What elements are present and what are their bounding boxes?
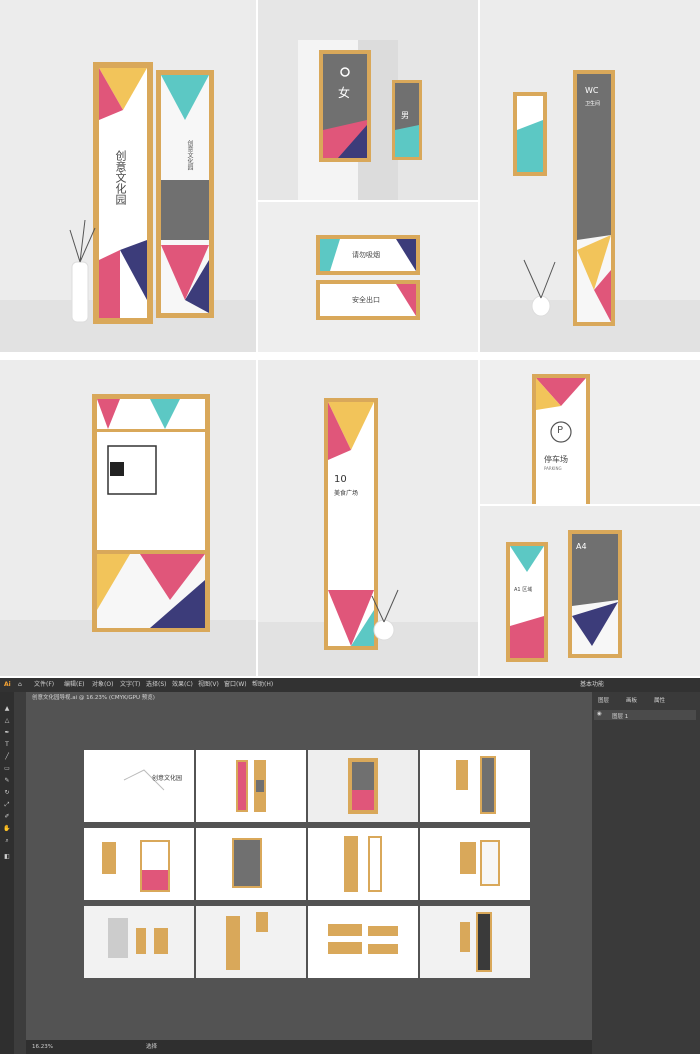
document-tab[interactable]: 创意文化园导视.ai @ 16.23% (CMYK/GPU 预览) [26, 692, 592, 704]
eye-icon[interactable]: ◉ [597, 711, 602, 717]
wc-scene [480, 70, 700, 352]
layer-name: 图层 1 [612, 714, 629, 720]
artboard-thumb[interactable] [196, 906, 306, 978]
floor-number: 10 [334, 474, 347, 485]
parking-sub: PARKING [544, 466, 562, 471]
pen-tool-icon[interactable]: ✒ [3, 730, 11, 736]
cultural-park-sub: 创意文化园 [186, 140, 193, 170]
parking-label: 停车场 [544, 455, 568, 464]
tab-layers[interactable]: 图层 [598, 696, 609, 704]
zoom-tool-icon[interactable]: ⌕ [3, 838, 11, 844]
type-tool-icon[interactable]: T [3, 742, 11, 748]
menu-view[interactable]: 视图(V) [198, 678, 219, 692]
mockup-wc-directory: WC 卫生间 [480, 0, 700, 352]
floor-label: 美食广场 [334, 490, 359, 497]
rectangle-tool-icon[interactable]: ▭ [3, 766, 11, 772]
menu-type[interactable]: 文字(T) [120, 678, 140, 692]
mockup-floor-totem: 10 美食广场 [258, 360, 478, 676]
no-smoking-text: 请勿吸烟 [352, 251, 380, 259]
artboard-thumb[interactable] [196, 750, 306, 822]
layers-panel: 图层 画板 属性 ◉ 图层 1 [592, 692, 700, 1054]
status-tool: 选择 [146, 1044, 158, 1050]
parking-p-icon: P [557, 425, 564, 436]
small-signs-scene [506, 530, 622, 662]
menu-select[interactable]: 选择(S) [146, 678, 167, 692]
tab-properties[interactable]: 属性 [654, 696, 665, 704]
selection-tool-icon[interactable]: ▲ [3, 706, 11, 712]
mockup-small-signs: A1 区域 A4 [480, 506, 700, 676]
menu-window[interactable]: 窗口(W) [224, 678, 247, 692]
menu-effect[interactable]: 效果(C) [172, 678, 193, 692]
menu-bar: Ai ⌂ 文件(F) 编辑(E) 对象(O) 文字(T) 选择(S) 效果(C)… [0, 678, 700, 692]
mockup-restroom-signs: 女 男 [258, 0, 478, 200]
a1-label: A1 区域 [514, 587, 533, 593]
creative-park-title: 创意文化园 [114, 150, 127, 205]
zoom-level[interactable]: 16.23% [32, 1040, 53, 1054]
wc-label: WC [585, 86, 599, 95]
workspace-switcher[interactable]: 基本功能 [580, 678, 604, 692]
rotate-tool-icon[interactable]: ↻ [3, 790, 11, 796]
layer-row[interactable]: ◉ 图层 1 [594, 710, 696, 720]
direct-select-tool-icon[interactable]: △ [3, 718, 11, 724]
wc-subtitle: 卫生间 [585, 101, 601, 107]
hand-tool-icon[interactable]: ✋ [3, 826, 11, 832]
exit-scene [316, 235, 420, 320]
artboard-thumb[interactable] [308, 828, 418, 900]
document-tab-title: 创意文化园导视.ai @ 16.23% (CMYK/GPU 预览) [32, 695, 155, 701]
illustrator-window: Ai ⌂ 文件(F) 编辑(E) 对象(O) 文字(T) 选择(S) 效果(C)… [0, 678, 700, 1054]
female-label: 女 [338, 86, 351, 100]
mockup-map-board [0, 360, 256, 676]
brush-tool-icon[interactable]: ✎ [3, 778, 11, 784]
canvas-area[interactable]: 创意文化园 [26, 704, 592, 1040]
tab-artboards[interactable]: 画板 [626, 696, 637, 704]
totem-scene [0, 62, 256, 352]
menu-help[interactable]: 帮助(H) [252, 678, 273, 692]
scale-tool-icon[interactable]: ⤢ [3, 802, 11, 808]
safe-exit-text: 安全出口 [352, 296, 380, 304]
menu-edit[interactable]: 编辑(E) [64, 678, 84, 692]
a4-label: A4 [576, 542, 587, 551]
line-tool-icon[interactable]: ╱ [3, 754, 11, 760]
menu-file[interactable]: 文件(F) [34, 678, 54, 692]
male-label: 男 [401, 111, 409, 120]
artboard-thumb[interactable] [420, 906, 530, 978]
artboard-thumb[interactable] [84, 906, 194, 978]
tools-panel: ▲ △ ✒ T ╱ ▭ ✎ ↻ ⤢ ✐ ✋ ⌕ ◧ [0, 692, 14, 1054]
artboard-thumb[interactable] [308, 906, 418, 978]
mockup-tall-totems: 创意文化园 创意文化园 [0, 0, 256, 352]
parking-scene [532, 374, 590, 504]
mockup-exit-signs: 请勿吸烟 安全出口 [258, 202, 478, 352]
artboard-thumb[interactable] [420, 828, 530, 900]
artboard-thumb[interactable] [196, 828, 306, 900]
artboard-thumb[interactable] [420, 750, 530, 822]
artboard-thumb[interactable] [308, 750, 418, 822]
artboard-thumb[interactable] [84, 828, 194, 900]
artboard-thumb[interactable]: 创意文化园 [84, 750, 194, 822]
app-logo: Ai [4, 681, 11, 688]
mockup-parking: P 停车场 PARKING [480, 360, 700, 504]
map-scene [0, 394, 256, 676]
home-icon[interactable]: ⌂ [18, 678, 22, 692]
fill-stroke-icon[interactable]: ◧ [3, 854, 11, 860]
menu-object[interactable]: 对象(O) [92, 678, 113, 692]
status-bar: 16.23% 选择 [26, 1040, 592, 1054]
restroom-scene [298, 40, 422, 200]
eyedropper-tool-icon[interactable]: ✐ [3, 814, 11, 820]
floor-scene [258, 398, 478, 676]
svg-text:创意文化园: 创意文化园 [152, 774, 182, 782]
